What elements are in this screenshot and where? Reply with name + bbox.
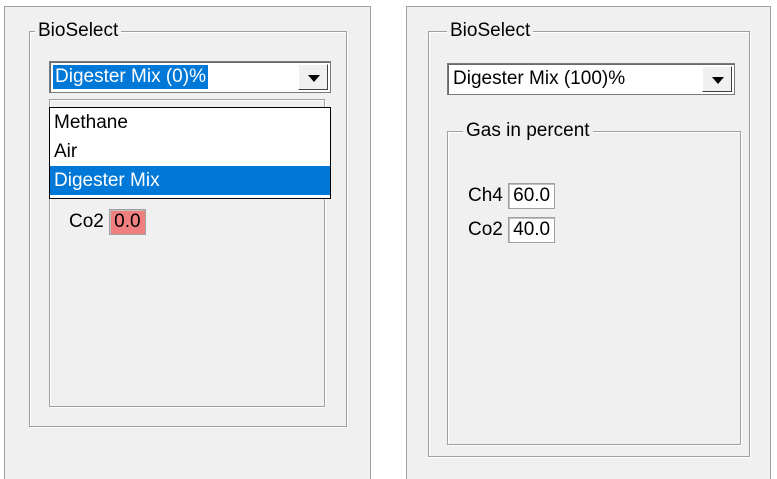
ch4-value: 60.0 bbox=[508, 183, 556, 209]
bioselect-group-label: BioSelect bbox=[35, 21, 122, 41]
co2-value: 40.0 bbox=[508, 217, 556, 243]
combo-dropdown-button[interactable] bbox=[702, 66, 732, 92]
dropdown-item-air[interactable]: Air bbox=[50, 137, 330, 166]
dropdown-item-digester-mix[interactable]: Digester Mix bbox=[50, 166, 330, 195]
co2-row: Co2 0.0 bbox=[69, 209, 146, 235]
chevron-down-icon bbox=[712, 77, 724, 84]
gas-in-percent-groupbox bbox=[447, 131, 741, 445]
combo-value: Digester Mix (100)% bbox=[453, 68, 626, 89]
mix-combo[interactable]: Digester Mix (0)% bbox=[49, 61, 331, 93]
chevron-down-icon bbox=[308, 75, 320, 82]
mix-dropdown-list: Methane Air Digester Mix bbox=[49, 107, 331, 199]
co2-label: Co2 bbox=[69, 211, 104, 233]
combo-value: Digester Mix (0)% bbox=[53, 65, 208, 89]
combo-dropdown-button[interactable] bbox=[298, 64, 328, 90]
right-panel: BioSelect Digester Mix (100)% Gas in per… bbox=[406, 6, 771, 479]
gas-in-percent-label: Gas in percent bbox=[463, 121, 593, 141]
ch4-label: Ch4 bbox=[468, 185, 503, 207]
left-panel: BioSelect Digester Mix (0)% Methane Air … bbox=[4, 6, 371, 479]
co2-label: Co2 bbox=[468, 219, 503, 241]
bioselect-group-label: BioSelect bbox=[447, 21, 534, 41]
ch4-row: Ch4 60.0 bbox=[468, 183, 556, 209]
dropdown-item-methane[interactable]: Methane bbox=[50, 108, 330, 137]
mix-combo[interactable]: Digester Mix (100)% bbox=[447, 63, 735, 95]
co2-row: Co2 40.0 bbox=[468, 217, 556, 243]
co2-value: 0.0 bbox=[109, 209, 146, 235]
